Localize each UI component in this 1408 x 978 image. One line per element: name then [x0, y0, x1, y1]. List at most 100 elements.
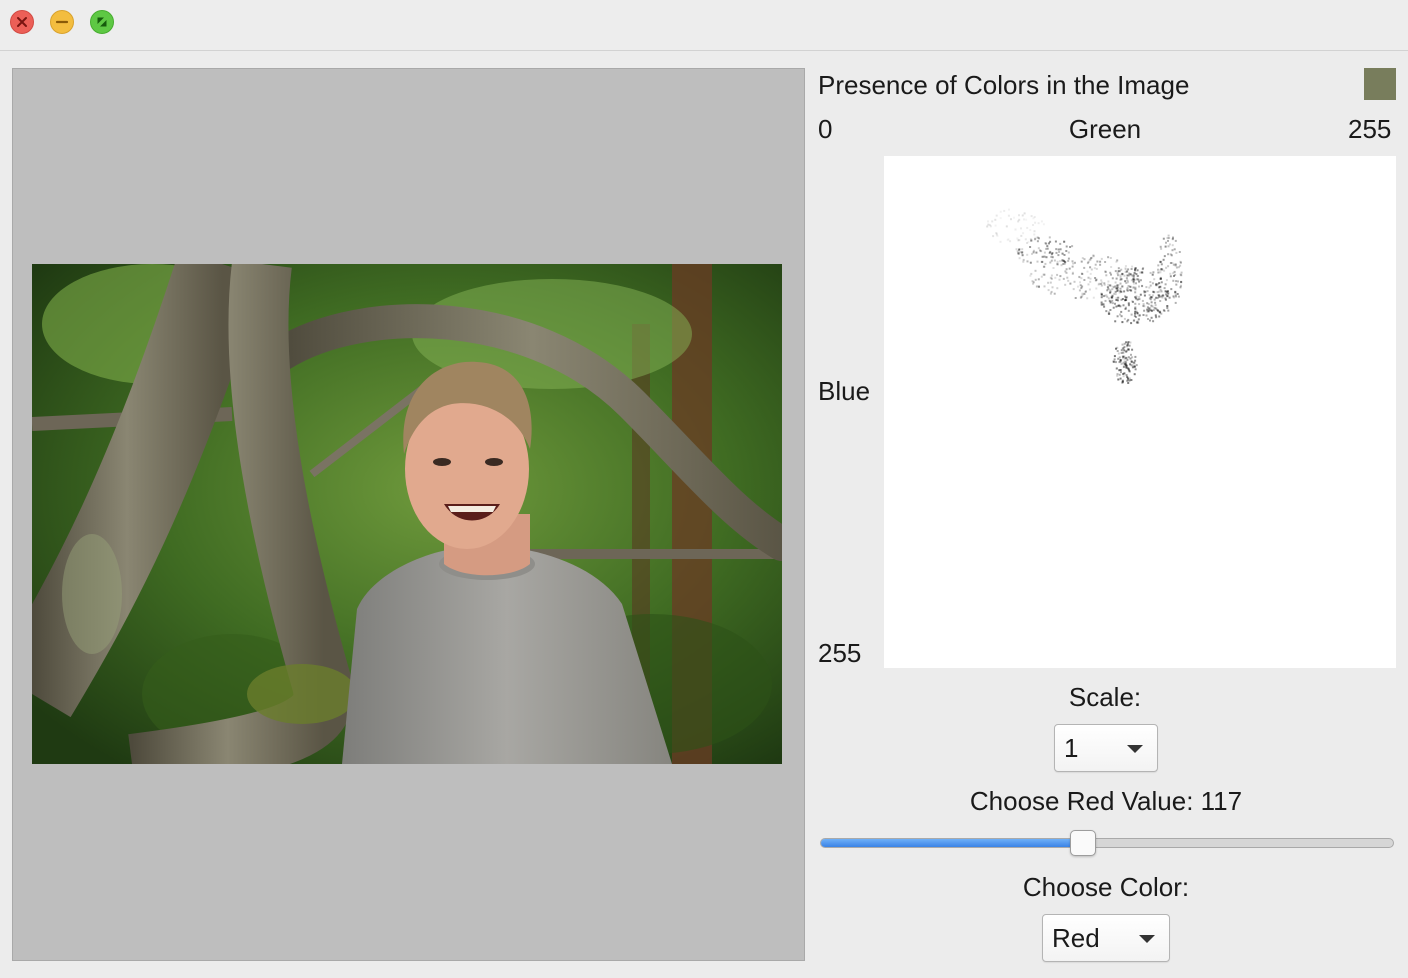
histogram-dot: [1032, 224, 1034, 226]
histogram-dot: [1041, 255, 1044, 258]
histogram-dot: [1110, 273, 1112, 276]
histogram-dot: [1053, 259, 1056, 262]
histogram-dot: [1043, 255, 1046, 258]
histogram-dot: [1069, 282, 1072, 285]
histogram-dot: [999, 240, 1002, 243]
histogram-dot: [1099, 260, 1102, 263]
histogram-dot: [1132, 282, 1135, 285]
histogram-dot: [1142, 314, 1145, 316]
histogram-dot: [1021, 214, 1024, 217]
minimize-button[interactable]: [50, 10, 74, 34]
histogram-dot: [1175, 251, 1178, 254]
histogram-dot: [1115, 277, 1118, 280]
histogram-dot: [1151, 282, 1154, 285]
histogram-dot: [1155, 283, 1158, 285]
histogram-dot: [1018, 248, 1021, 251]
chevron-down-icon: [1139, 935, 1155, 943]
red-value-slider-thumb[interactable]: [1070, 830, 1097, 856]
histogram-dot: [1133, 365, 1136, 368]
histogram-dot: [1067, 251, 1070, 254]
histogram-dot: [1037, 222, 1040, 225]
histogram-dot: [1033, 230, 1036, 233]
blue-axis-max: 255: [818, 638, 862, 668]
histogram-dot: [1128, 379, 1131, 382]
histogram-dot: [1089, 277, 1092, 280]
histogram-dot: [1115, 367, 1118, 370]
histogram-dot: [1056, 260, 1059, 263]
histogram-dot: [1072, 262, 1075, 265]
histogram-dot: [1142, 303, 1145, 306]
histogram-dot: [1123, 360, 1126, 363]
histogram-dot: [1170, 288, 1173, 291]
histogram-dot: [1167, 239, 1169, 242]
histogram-dot: [1143, 309, 1146, 312]
histogram-dot: [1114, 290, 1117, 293]
histogram-dot: [1180, 274, 1183, 277]
histogram-dot: [1111, 302, 1114, 305]
histogram-dot: [1172, 272, 1175, 275]
histogram-dot: [1160, 312, 1163, 315]
histogram-dot: [1036, 260, 1039, 263]
histogram-dot: [1153, 278, 1156, 281]
color-dropdown[interactable]: Red: [1042, 914, 1170, 962]
histogram-dot: [1145, 286, 1148, 289]
histogram-dot: [1169, 272, 1172, 275]
histogram-dot: [1112, 286, 1115, 289]
histogram-dot: [1026, 226, 1029, 229]
histogram-dot: [1154, 314, 1157, 317]
histogram-dot: [1025, 218, 1028, 221]
histogram-dot: [1016, 237, 1019, 240]
histogram-dot: [1150, 296, 1153, 299]
histogram-dot: [995, 214, 998, 217]
histogram-dot: [1126, 358, 1129, 361]
histogram-dot: [1123, 372, 1126, 375]
scale-value: 1: [1064, 733, 1079, 763]
histogram-dot: [1120, 371, 1122, 374]
histogram-dot: [1111, 299, 1114, 302]
histogram-dot: [1139, 293, 1142, 296]
histogram-dot: [1174, 301, 1177, 304]
histogram-dot: [1080, 260, 1083, 263]
histogram-dot: [1163, 255, 1166, 258]
histogram-dot: [1127, 304, 1130, 307]
close-button[interactable]: [10, 10, 34, 34]
histogram-dot: [1123, 363, 1126, 366]
histogram-dot: [1137, 274, 1140, 277]
histogram-dot: [1154, 301, 1157, 304]
histogram-dot: [1167, 309, 1170, 312]
histogram-dot: [1078, 276, 1081, 279]
histogram-dot: [1135, 278, 1138, 281]
histogram-dot: [1147, 318, 1149, 320]
zoom-button[interactable]: [90, 10, 114, 34]
histogram-dot: [1038, 286, 1040, 288]
histogram-dot: [1177, 280, 1179, 283]
histogram-dot: [1029, 274, 1032, 277]
red-value-label: Choose Red Value: 117: [969, 786, 1243, 816]
histogram-dot: [1126, 344, 1129, 347]
histogram-dot: [1023, 218, 1025, 221]
histogram-dot: [1171, 244, 1174, 247]
histogram-dot: [1057, 254, 1060, 257]
histogram-dot: [1154, 304, 1157, 307]
histogram-dot: [1166, 305, 1169, 307]
scale-dropdown[interactable]: 1: [1054, 724, 1158, 772]
histogram-dot: [1118, 291, 1121, 294]
histogram-dot: [1132, 286, 1135, 289]
histogram-dot: [1018, 214, 1020, 217]
histogram-dot: [1120, 362, 1123, 365]
histogram-dot: [1122, 351, 1125, 354]
histogram-dot: [1123, 342, 1126, 345]
histogram-dot: [1102, 302, 1105, 305]
histogram-dot: [1126, 288, 1129, 291]
histogram-dot: [1068, 267, 1071, 270]
histogram-dot: [995, 233, 998, 236]
histogram-dot: [1141, 299, 1144, 302]
histogram-dot: [1055, 248, 1058, 251]
histogram-dot: [1136, 298, 1139, 301]
histogram-dot: [1157, 264, 1160, 267]
histogram-dot: [1158, 294, 1161, 297]
red-value-slider-track[interactable]: [820, 838, 1394, 848]
histogram-dot: [1122, 304, 1125, 307]
histogram-dot: [1008, 208, 1010, 211]
histogram-dot: [1047, 289, 1050, 292]
